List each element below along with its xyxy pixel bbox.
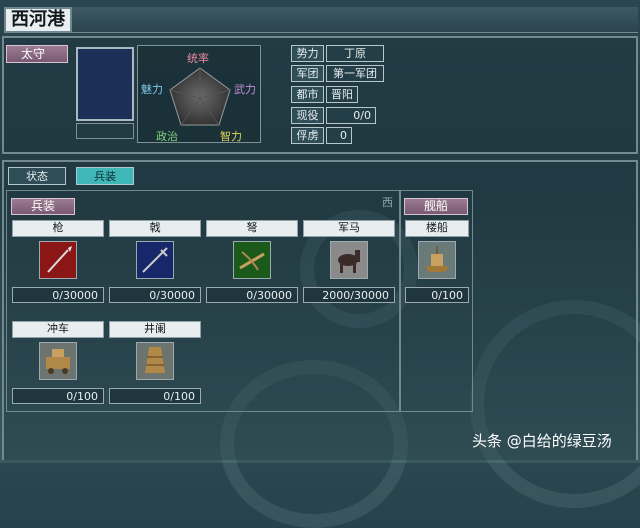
weapon-name: 枪 [12,220,104,237]
weapon-count: 2000/30000 [303,287,395,303]
ships-section-title: 舰船 [404,198,468,215]
weapon-horse[interactable]: 军马 2000/30000 [303,220,395,303]
stat-pentagon-box: 统率 武力 智力 政治 魅力 [137,45,261,143]
weapon-count: 0/30000 [206,287,298,303]
info-label: 军团 [291,65,324,82]
halberd-icon [136,241,174,279]
info-label: 都市 [291,86,324,103]
weapon-count: 0/30000 [12,287,104,303]
weapon-count: 0/100 [12,388,104,404]
weapon-name: 冲车 [12,321,104,338]
weapon-name: 井阑 [109,321,201,338]
stat-leadership-label: 统率 [187,52,209,65]
stat-war-label: 武力 [234,83,256,96]
weapon-crossbow[interactable]: 弩 0/30000 [206,220,298,303]
weapon-count: 0/100 [109,388,201,404]
title-bar [72,7,638,33]
info-value: 第一军团 [326,65,384,82]
weapon-name: 军马 [303,220,395,237]
weapons-section-title: 兵装 [11,198,75,215]
stat-charm-label: 魅力 [141,83,163,96]
ship-count: 0/100 [405,287,469,303]
tab-equipment[interactable]: 兵装 [76,167,134,185]
weapon-count: 0/30000 [109,287,201,303]
weapon-spear[interactable]: 枪 0/30000 [12,220,104,303]
weapon-name: 戟 [109,220,201,237]
weapon-name: 弩 [206,220,298,237]
weapon-halberd[interactable]: 戟 0/30000 [109,220,201,303]
info-label: 势力 [291,45,324,62]
stat-intelligence-label: 智力 [220,130,242,143]
info-value: 0 [326,127,352,144]
info-value: 0/0 [326,107,376,124]
weapon-battering-ram[interactable]: 冲车 0/100 [12,321,104,404]
tower-ship-icon [418,241,456,279]
horse-icon [330,241,368,279]
crossbow-icon [233,241,271,279]
battering-ram-icon [39,342,77,380]
info-label: 俘虏 [291,127,324,144]
tab-status[interactable]: 状态 [8,167,66,185]
prefect-name-box [76,123,134,139]
siege-tower-icon [136,342,174,380]
weapon-siege-tower[interactable]: 井阑 0/100 [109,321,201,404]
info-value: 丁原 [326,45,384,62]
ghost-text: 西 [382,196,393,209]
ship-name: 楼船 [405,220,469,237]
prefect-portrait [76,47,134,121]
city-name: 西河港 [4,7,72,33]
stat-politics-label: 政治 [156,130,178,143]
info-label: 现役 [291,107,324,124]
prefect-label: 太守 [6,45,68,63]
ship-tower[interactable]: 楼船 0/100 [405,220,469,303]
info-value: 晋阳 [326,86,358,103]
watermark: 头条 @白给的绿豆汤 [472,432,612,450]
spear-icon [39,241,77,279]
